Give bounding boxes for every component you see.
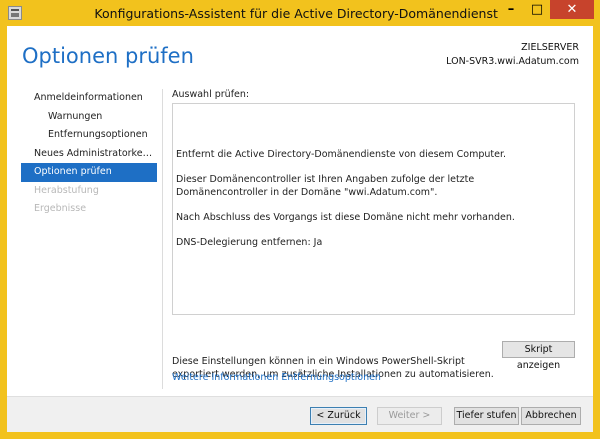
minimize-icon[interactable]: – bbox=[498, 0, 524, 19]
review-line: Entfernt die Active Directory-Domänendie… bbox=[176, 149, 507, 160]
nav-item-new-admin-password[interactable]: Neues Administratorkenn... bbox=[21, 145, 157, 164]
maximize-icon[interactable]: □ bbox=[524, 0, 550, 19]
back-button[interactable]: < Zurück bbox=[310, 407, 367, 425]
review-line: DNS-Delegierung entfernen: Ja bbox=[176, 237, 323, 248]
wizard-header: Optionen prüfen ZIELSERVER LON-SVR3.wwi.… bbox=[7, 26, 593, 86]
title-bar[interactable]: Konfigurations-Assistent für die Active … bbox=[0, 0, 600, 26]
review-panel: Auswahl prüfen: Entfernt die Active Dire… bbox=[172, 89, 582, 315]
window-controls: – □ ✕ bbox=[498, 0, 594, 20]
show-script-button[interactable]: Skript anzeigen bbox=[502, 341, 575, 371]
cancel-button[interactable]: Abbrechen bbox=[521, 407, 581, 425]
review-line: Nach Abschluss des Vorgangs ist diese Do… bbox=[176, 212, 515, 223]
next-button: Weiter > bbox=[377, 407, 442, 425]
nav-item-review-options[interactable]: Optionen prüfen bbox=[21, 163, 157, 182]
nav-item-demotion: Herabstufung bbox=[34, 184, 99, 196]
wizard-client-area: Optionen prüfen ZIELSERVER LON-SVR3.wwi.… bbox=[7, 26, 593, 432]
review-selection-box[interactable]: Entfernt die Active Directory-Domänendie… bbox=[172, 103, 575, 315]
nav-divider bbox=[162, 89, 163, 389]
nav-item-removal-options[interactable]: Entfernungsoptionen bbox=[21, 126, 157, 145]
target-server-caption: ZIELSERVER bbox=[521, 42, 579, 53]
review-line: Dieser Domänencontroller ist Ihren Angab… bbox=[176, 174, 475, 198]
page-title: Optionen prüfen bbox=[22, 44, 194, 68]
nav-item-credentials[interactable]: Anmeldeinformationen bbox=[21, 89, 157, 108]
nav-item-warnings[interactable]: Warnungen bbox=[21, 108, 157, 127]
target-server-name: LON-SVR3.wwi.Adatum.com bbox=[446, 56, 579, 67]
more-info-link[interactable]: Weitere Informationen Entfernungsoptione… bbox=[172, 372, 381, 383]
nav-item-results: Ergebnisse bbox=[34, 203, 87, 214]
wizard-navigation: Anmeldeinformationen Warnungen Entfernun… bbox=[21, 89, 157, 219]
wizard-footer: < Zurück Weiter > Tiefer stufen Abbreche… bbox=[7, 396, 593, 432]
review-section-label: Auswahl prüfen: bbox=[172, 89, 250, 100]
close-icon[interactable]: ✕ bbox=[550, 0, 594, 19]
window-frame: Konfigurations-Assistent für die Active … bbox=[0, 0, 600, 439]
demote-button[interactable]: Tiefer stufen bbox=[454, 407, 519, 425]
